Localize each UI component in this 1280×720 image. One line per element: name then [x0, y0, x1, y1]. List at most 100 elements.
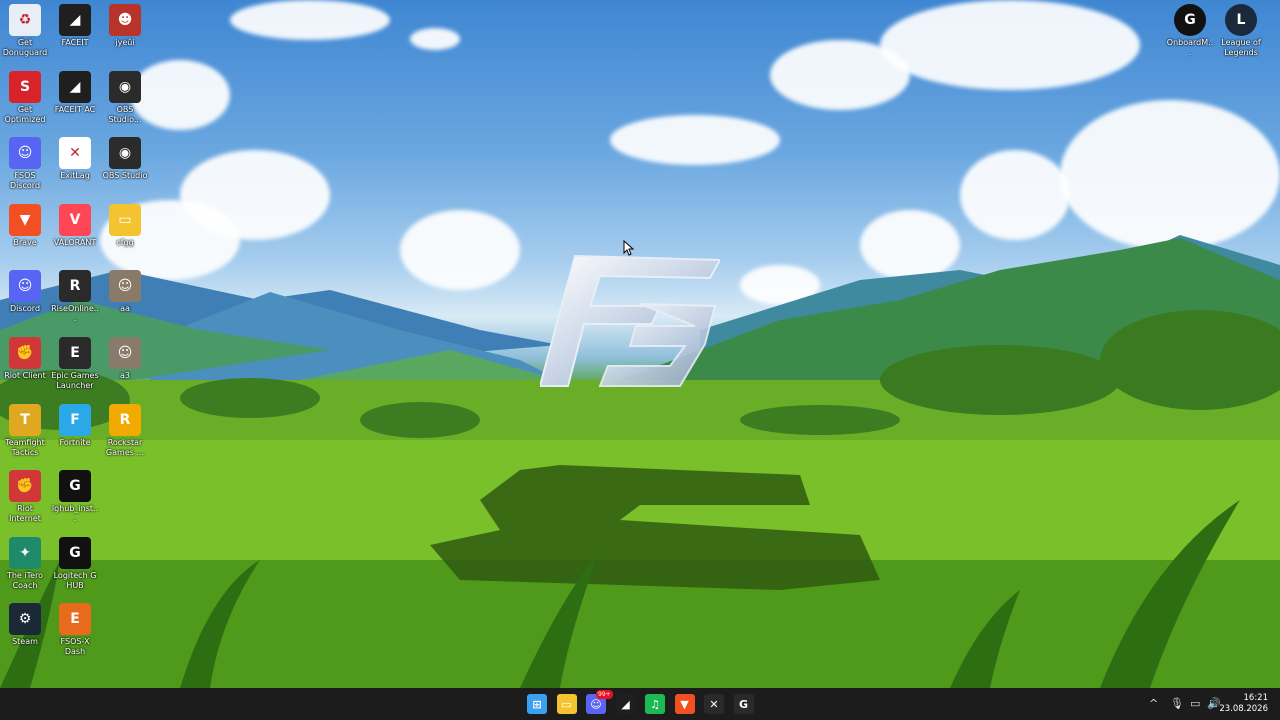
desktop-shortcut[interactable]: ♻ Get Donuguard	[1, 4, 49, 58]
desktop-shortcut[interactable]: ✦ The iTero Coach	[1, 536, 49, 591]
riseonline-icon: R	[59, 270, 91, 303]
desktop-shortcut[interactable]: E Epic Games Launcher	[51, 337, 99, 391]
desktop-shortcut-label: OBS Studio	[102, 171, 148, 181]
microphone-icon[interactable]: 🎙	[1170, 697, 1184, 710]
coach-icon: ✦	[9, 536, 41, 569]
taskbar-windows-icon[interactable]: ⊞	[527, 694, 547, 714]
recycle-bin-icon: ♻	[9, 4, 41, 36]
desktop-shortcut[interactable]: V VALORANT	[51, 203, 99, 248]
desktop-shortcut-label: RiseOnline...	[51, 304, 99, 324]
rockstar-icon: R	[109, 403, 141, 436]
desktop-shortcut[interactable]: G OnboardM...	[1166, 4, 1214, 58]
desktop-shortcut[interactable]: Glghub_inst...	[51, 470, 99, 524]
clock-date: 23.08.2026	[1219, 704, 1268, 714]
obs-icon: ◉	[109, 137, 141, 170]
image-file-icon: ☺	[109, 337, 141, 369]
fortnite-icon: F	[59, 403, 91, 436]
image-file-icon: ☺	[109, 270, 141, 303]
desktop-shortcut-label: FSOS Discord	[9, 171, 41, 191]
desktop-shortcut[interactable]: ☻ jyeûi	[101, 4, 149, 48]
notification-badge: 99+	[596, 690, 613, 699]
desktop-shortcut[interactable]: ◉ OBS Studio...	[101, 70, 149, 125]
desktop-shortcut-label: VALORANT	[53, 237, 97, 247]
discord-icon: ☺	[9, 270, 41, 303]
taskbar-spotify-icon[interactable]: ♫	[645, 694, 665, 714]
desktop-shortcut-label: OnboardM...	[1166, 38, 1214, 57]
brave-icon: ▼	[9, 203, 41, 236]
obs-icon: ◉	[109, 70, 141, 103]
taskbar-folder-icon[interactable]: ▭	[556, 694, 577, 714]
folder-icon: ▭	[109, 203, 141, 236]
league-icon: L	[1225, 4, 1257, 36]
desktop-shortcut-label: Rockstar Games ...	[105, 437, 145, 457]
desktop-shortcut[interactable]: ☺ Discord	[1, 270, 49, 314]
desktop-shortcut[interactable]: S Get Optimized	[1, 70, 49, 125]
fs-logo	[540, 254, 720, 387]
desktop-shortcut-label: The iTero Coach	[6, 570, 44, 590]
desktop-shortcut-label: a3	[120, 371, 130, 380]
exitlag-icon: ✕	[59, 137, 91, 170]
taskbar-logitech-icon[interactable]: G	[733, 694, 754, 714]
desktop-shortcut[interactable]: ✕ ExitLag	[51, 137, 99, 181]
desktop-shortcut[interactable]: F Fortnite	[51, 403, 99, 448]
desktop-shortcut[interactable]: E FSOS-X Dash	[51, 603, 99, 657]
desktop-shortcut-label: aa	[120, 304, 130, 314]
mouse-cursor	[623, 240, 635, 256]
desktop-shortcut-label: Logitech G HUB	[53, 570, 97, 590]
desktop-shortcut[interactable]: T Teamfight Tactics	[1, 403, 49, 458]
desktop-shortcut[interactable]: ◉ OBS Studio	[101, 137, 149, 181]
logitech-icon: G	[59, 536, 91, 569]
desktop-shortcut-label: jyeûi	[115, 38, 135, 47]
desktop-shortcut-label: Fortnite	[59, 437, 91, 447]
discord-icon: ☺	[9, 137, 41, 170]
desktop-shortcut-label: Epic Games Launcher	[51, 371, 99, 390]
desktop-shortcut[interactable]: ◢ FACEIT	[51, 4, 99, 48]
desktop-shortcut-label: FACEIT AC	[54, 104, 96, 114]
desktop-shortcut[interactable]: L League of Legends	[1217, 4, 1265, 58]
steam-icon: ⚙	[9, 603, 41, 636]
desktop-shortcut[interactable]: R Rockstar Games ...	[101, 403, 149, 458]
riot-client-icon: ✊	[9, 470, 41, 503]
desktop-shortcut[interactable]: ✊ Riot Internet	[1, 470, 49, 524]
desktop-shortcut[interactable]: ▼ Brave	[1, 203, 49, 248]
desktop-shortcut-label: cfgg	[116, 237, 134, 247]
desktop-shortcut[interactable]: ◢ FACEIT AC	[51, 70, 99, 115]
desktop-shortcut[interactable]: ⚙ Steam	[1, 603, 49, 647]
desktop-shortcut-label: lghub_inst...	[51, 504, 99, 524]
epic-games-icon: E	[59, 337, 91, 369]
desktop-wallpaper: ♻ Get Donuguard ◢ FACEIT ☻ jyeûi S Get Optimize…	[0, 0, 1280, 688]
desktop-shortcut-label: Get Optimized	[4, 104, 46, 124]
desktop-shortcut[interactable]: ✊ Riot Client	[1, 337, 49, 381]
taskbar-exitlag-icon[interactable]: ✕	[704, 694, 724, 714]
game-icon: ☻	[109, 4, 141, 36]
tray-overflow-chevron-icon[interactable]: ^	[1149, 697, 1158, 710]
network-icon[interactable]: ▭	[1190, 697, 1200, 710]
desktop-shortcut[interactable]: G Logitech G HUB	[51, 536, 99, 591]
logitech-icon: G	[59, 470, 91, 503]
desktop-shortcut-label: Brave	[13, 237, 37, 247]
desktop-shortcut-label: Discord	[9, 304, 41, 314]
fsos-icon: S	[9, 70, 41, 103]
desktop-shortcut-label: OBS Studio...	[108, 104, 142, 124]
valorant-icon: V	[59, 203, 91, 236]
taskbar: ⊞ ▭ ☺ 99+ ◢ ♫ ▼ ✕ G ^ 🎙 ▭ 🔊 16:21 23.08.2026	[0, 688, 1280, 720]
desktop-shortcut-label: Steam	[12, 637, 38, 647]
faceit-ac-icon: ◢	[59, 70, 91, 103]
logitech-icon: G	[1174, 4, 1206, 36]
desktop-shortcut-label: Get Donuguard	[2, 38, 48, 57]
desktop-shortcut[interactable]: R RiseOnline...	[51, 270, 99, 324]
desktop-shortcut[interactable]: ☺ a3	[101, 337, 149, 381]
desktop-shortcut-label: Teamfight Tactics	[5, 437, 45, 457]
desktop-shortcut-label: Riot Client	[4, 371, 46, 380]
desktop-shortcut[interactable]: ☺ aa	[101, 270, 149, 314]
fsos-dash-icon: E	[59, 603, 91, 636]
faceit-icon: ◢	[59, 4, 91, 36]
system-clock[interactable]: 16:21 23.08.2026	[1219, 693, 1268, 715]
desktop-shortcut[interactable]: ▭ cfgg	[101, 203, 149, 248]
taskbar-brave-icon[interactable]: ▼	[674, 694, 695, 714]
desktop-shortcut[interactable]: ☺ FSOS Discord	[1, 137, 49, 191]
desktop-shortcut-label: FACEIT	[61, 38, 89, 47]
taskbar-faceit-icon[interactable]: ◢	[615, 694, 636, 714]
clock-time: 16:21	[1243, 693, 1269, 703]
tft-icon: T	[9, 403, 41, 436]
